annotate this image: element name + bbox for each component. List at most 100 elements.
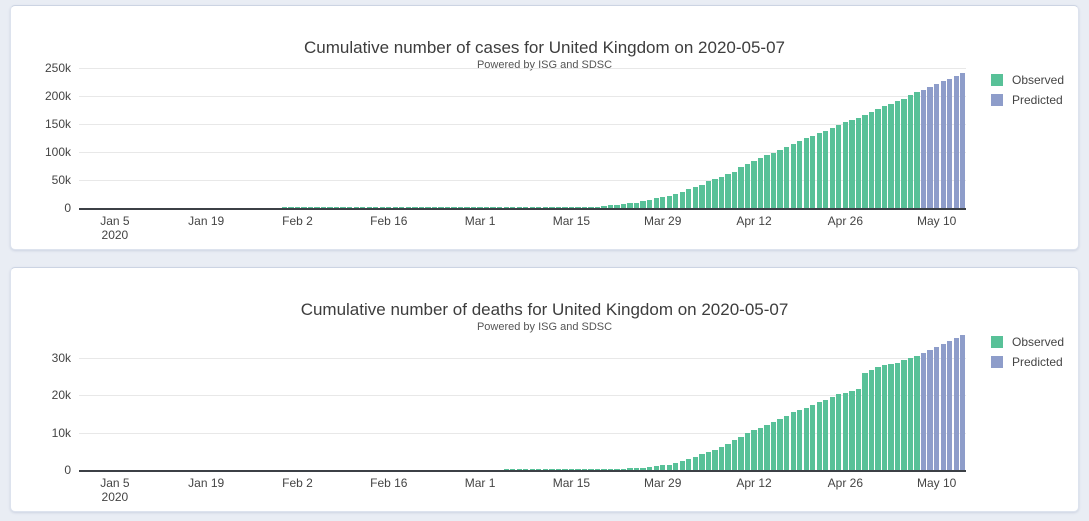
observed-bar[interactable] (895, 363, 900, 470)
observed-bar[interactable] (510, 469, 515, 470)
observed-bar[interactable] (817, 402, 822, 470)
observed-bar[interactable] (764, 155, 769, 208)
observed-bar[interactable] (588, 207, 593, 208)
observed-bar[interactable] (412, 207, 417, 208)
observed-bar[interactable] (882, 365, 887, 470)
observed-bar[interactable] (836, 394, 841, 470)
observed-bar[interactable] (875, 109, 880, 208)
observed-bar[interactable] (504, 207, 509, 208)
observed-bar[interactable] (640, 201, 645, 208)
predicted-bar[interactable] (947, 341, 952, 470)
observed-bar[interactable] (562, 469, 567, 470)
predicted-bar[interactable] (934, 347, 939, 470)
observed-bar[interactable] (908, 95, 913, 208)
observed-bar[interactable] (497, 207, 502, 208)
observed-bar[interactable] (895, 101, 900, 208)
observed-bar[interactable] (386, 207, 391, 208)
observed-bar[interactable] (706, 181, 711, 208)
observed-bar[interactable] (693, 187, 698, 208)
observed-bar[interactable] (693, 457, 698, 470)
observed-bar[interactable] (458, 207, 463, 208)
observed-bar[interactable] (484, 207, 489, 208)
observed-bar[interactable] (719, 177, 724, 208)
observed-bar[interactable] (843, 393, 848, 470)
observed-bar[interactable] (464, 207, 469, 208)
observed-bar[interactable] (536, 207, 541, 208)
observed-bar[interactable] (595, 207, 600, 209)
predicted-bar[interactable] (921, 90, 926, 208)
observed-bar[interactable] (745, 164, 750, 208)
observed-bar[interactable] (504, 469, 509, 470)
predicted-bar[interactable] (941, 344, 946, 470)
observed-bar[interactable] (621, 204, 626, 208)
observed-bar[interactable] (771, 153, 776, 208)
observed-bar[interactable] (810, 405, 815, 470)
observed-bar[interactable] (549, 207, 554, 208)
observed-bar[interactable] (856, 389, 861, 470)
observed-bar[interactable] (914, 356, 919, 470)
observed-bar[interactable] (882, 106, 887, 208)
observed-bar[interactable] (914, 92, 919, 208)
observed-bar[interactable] (856, 118, 861, 208)
observed-bar[interactable] (327, 207, 332, 208)
observed-bar[interactable] (308, 207, 313, 208)
observed-bar[interactable] (334, 207, 339, 208)
predicted-bar[interactable] (954, 338, 959, 470)
observed-bar[interactable] (647, 200, 652, 208)
observed-bar[interactable] (288, 207, 293, 208)
observed-bar[interactable] (901, 360, 906, 470)
observed-bar[interactable] (654, 198, 659, 208)
observed-bar[interactable] (523, 469, 528, 470)
predicted-bar[interactable] (927, 350, 932, 470)
predicted-bar[interactable] (921, 353, 926, 470)
observed-bar[interactable] (764, 425, 769, 470)
observed-bar[interactable] (445, 207, 450, 208)
observed-bar[interactable] (647, 467, 652, 470)
observed-bar[interactable] (823, 131, 828, 208)
predicted-bar[interactable] (947, 79, 952, 208)
predicted-bar[interactable] (934, 84, 939, 208)
observed-bar[interactable] (354, 207, 359, 208)
observed-bar[interactable] (282, 207, 287, 208)
observed-bar[interactable] (667, 465, 672, 470)
observed-bar[interactable] (575, 469, 580, 470)
observed-bar[interactable] (380, 207, 385, 208)
observed-bar[interactable] (810, 136, 815, 208)
observed-bar[interactable] (582, 469, 587, 470)
observed-bar[interactable] (758, 428, 763, 470)
observed-bar[interactable] (686, 459, 691, 470)
observed-bar[interactable] (634, 203, 639, 208)
observed-bar[interactable] (340, 207, 345, 208)
predicted-bar[interactable] (954, 76, 959, 208)
observed-bar[interactable] (888, 104, 893, 208)
observed-bar[interactable] (614, 469, 619, 470)
observed-bar[interactable] (849, 120, 854, 208)
observed-bar[interactable] (804, 138, 809, 208)
observed-bar[interactable] (836, 125, 841, 208)
observed-bar[interactable] (784, 147, 789, 208)
observed-bar[interactable] (725, 174, 730, 208)
cases-plot-area[interactable]: 050k100k150k200k250kJan 52020Jan 19Feb 2… (79, 68, 966, 208)
observed-bar[interactable] (751, 430, 756, 470)
observed-bar[interactable] (908, 358, 913, 470)
observed-bar[interactable] (654, 466, 659, 470)
observed-bar[interactable] (732, 172, 737, 208)
observed-bar[interactable] (569, 469, 574, 470)
observed-bar[interactable] (777, 150, 782, 208)
observed-bar[interactable] (399, 207, 404, 208)
observed-bar[interactable] (601, 469, 606, 470)
observed-bar[interactable] (862, 115, 867, 208)
observed-bar[interactable] (888, 364, 893, 470)
observed-bar[interactable] (791, 412, 796, 470)
observed-bar[interactable] (673, 194, 678, 208)
observed-bar[interactable] (804, 408, 809, 470)
predicted-bar[interactable] (960, 73, 965, 208)
observed-bar[interactable] (373, 207, 378, 208)
observed-bar[interactable] (667, 196, 672, 208)
observed-bar[interactable] (686, 189, 691, 208)
observed-bar[interactable] (523, 207, 528, 208)
observed-bar[interactable] (712, 450, 717, 470)
observed-bar[interactable] (517, 469, 522, 470)
observed-bar[interactable] (601, 206, 606, 208)
observed-bar[interactable] (738, 167, 743, 208)
